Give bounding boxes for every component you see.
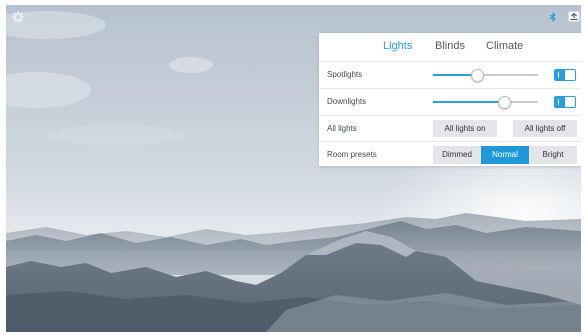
all-lights-off-button[interactable]: All lights off [513, 120, 577, 137]
tab-lights[interactable]: Lights [383, 40, 412, 52]
panel-tabs: Lights Blinds Climate [319, 33, 581, 61]
all-lights-on-button[interactable]: All lights on [433, 120, 497, 137]
all-lights-label: All lights [327, 124, 357, 133]
downlights-toggle[interactable] [554, 96, 576, 108]
gear-icon-graphic [12, 11, 24, 23]
toggle-on-mark [558, 99, 559, 105]
spotlights-label: Spotlights [327, 70, 363, 79]
downlights-slider-knob[interactable] [498, 96, 512, 109]
spotlights-row: Spotlights [319, 61, 581, 88]
room-control-screen: Lights Blinds Climate Spotlights Downlig… [6, 5, 581, 332]
spotlights-slider[interactable] [433, 69, 538, 82]
toggle-on-mark [558, 72, 559, 78]
preset-normal[interactable]: Normal [481, 146, 529, 164]
downlights-label: Downlights [327, 97, 367, 106]
preset-dimmed[interactable]: Dimmed [433, 146, 481, 164]
toggle-handle [565, 70, 575, 80]
gear-icon[interactable] [12, 11, 24, 23]
all-lights-row: All lights All lights on All lights off [319, 115, 581, 142]
room-presets-row: Room presets Dimmed Normal Bright [319, 141, 581, 168]
bluetooth-icon[interactable] [549, 12, 557, 22]
downlights-slider[interactable] [433, 96, 538, 109]
tab-blinds[interactable]: Blinds [435, 40, 465, 52]
lighting-control-panel: Lights Blinds Climate Spotlights Downlig… [319, 33, 581, 166]
room-presets-label: Room presets [327, 150, 377, 159]
spotlights-toggle[interactable] [554, 69, 576, 81]
downlights-row: Downlights [319, 88, 581, 115]
toggle-handle [565, 97, 575, 107]
spotlights-slider-knob[interactable] [471, 69, 485, 82]
tab-climate[interactable]: Climate [486, 40, 523, 52]
preset-bright[interactable]: Bright [529, 146, 577, 164]
downlights-slider-fill [433, 101, 505, 103]
share-screen-icon[interactable] [568, 11, 580, 22]
